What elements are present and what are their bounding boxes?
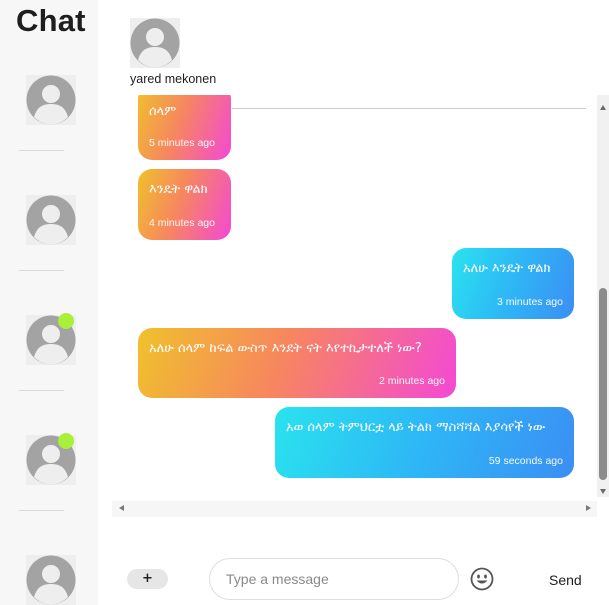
message-time: 2 minutes ago [379,375,445,387]
message-time: 3 minutes ago [497,296,563,308]
online-status-dot [58,313,74,329]
smiley-face-icon[interactable] [470,567,494,591]
contact-item[interactable] [26,433,76,485]
avatar [26,555,76,605]
message-text: እንዴት ዋልክ [149,182,208,197]
scroll-down-icon[interactable] [600,489,606,494]
attach-button[interactable]: + [127,569,168,589]
chat-header: yared mekonen [98,0,609,95]
sidebar: Chat [0,0,98,605]
message-text: ሰላም [149,104,177,119]
scrollbar-thumb[interactable] [599,288,607,480]
message-text: አለሁ እንዴት ዋልክ [463,261,551,276]
scroll-left-icon[interactable] [119,505,124,511]
message-time: 5 minutes ago [149,137,215,149]
contact-item[interactable] [26,75,76,125]
outgoing-message[interactable]: አወ ሰላም ትምህርቷ ላይ ትልክ ማስሻሻል እያሳየች ነው 59 se… [275,407,574,478]
contact-item[interactable] [26,313,76,365]
horizontal-scrollbar[interactable] [112,501,597,517]
contact-divider [19,390,64,391]
divider [232,108,586,109]
contact-item[interactable] [26,195,76,245]
incoming-message[interactable]: እንዴት ዋልክ 4 minutes ago [138,169,231,240]
contact-avatar[interactable] [130,18,180,68]
app-title: Chat [16,3,86,38]
online-status-dot [58,433,74,449]
message-time: 4 minutes ago [149,217,215,229]
scroll-right-icon[interactable] [586,505,591,511]
contact-name: yared mekonen [130,72,217,86]
send-button[interactable]: Send [549,572,582,588]
scroll-up-icon[interactable] [600,105,606,110]
message-input[interactable] [209,558,459,600]
incoming-message[interactable]: ሰላም 5 minutes ago [138,95,231,160]
avatar [26,75,76,125]
incoming-message[interactable]: አለሁ ሰላም ከፍል ውስጥ እንደት ናት እየተኪታተለች ነው? 2 m… [138,328,456,398]
contact-divider [19,510,64,511]
message-text: አወ ሰላም ትምህርቷ ላይ ትልክ ማስሻሻል እያሳየች ነው [286,420,546,435]
message-time: 59 seconds ago [488,455,563,467]
message-text: አለሁ ሰላም ከፍል ውስጥ እንደት ናት እየተኪታተለች ነው? [149,341,422,356]
message-list[interactable]: ሰላም 5 minutes ago እንዴት ዋልክ 4 minutes ago… [112,95,597,497]
contact-divider [19,270,64,271]
contact-divider [19,150,64,151]
vertical-scrollbar[interactable] [597,95,609,497]
contact-item[interactable] [26,555,76,605]
avatar [26,195,76,245]
outgoing-message[interactable]: አለሁ እንዴት ዋልክ 3 minutes ago [452,248,574,319]
